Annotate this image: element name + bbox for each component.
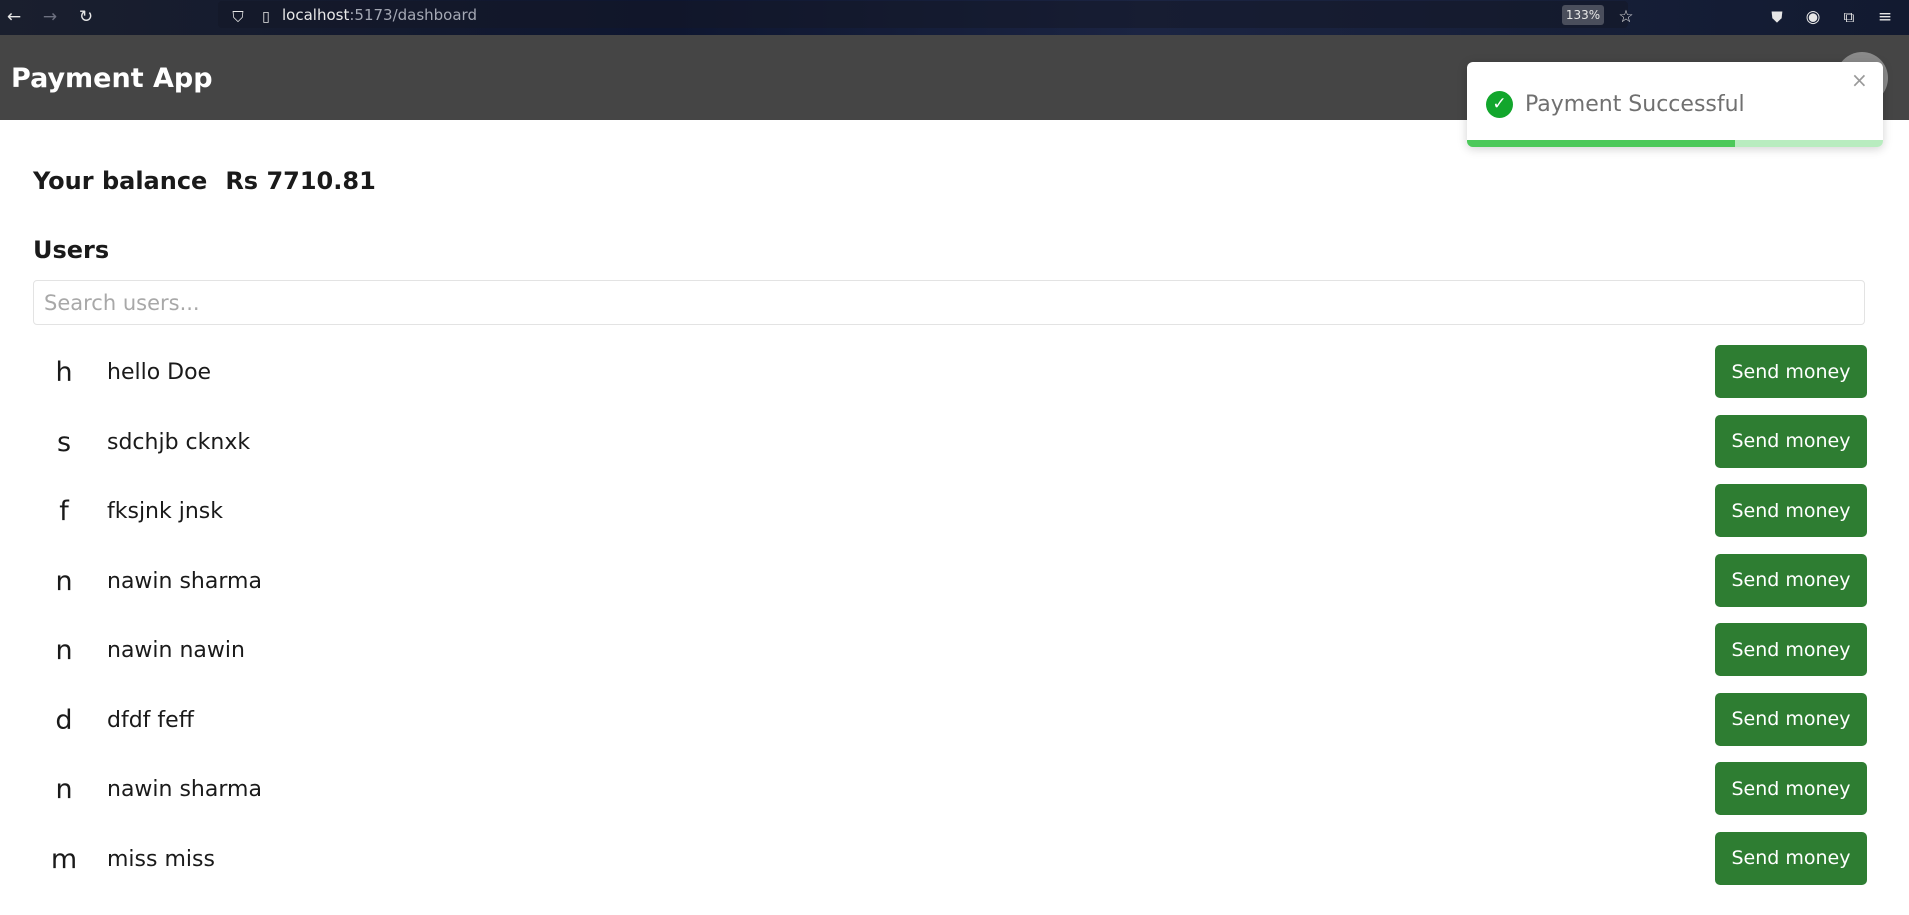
list-item: s sdchjb cknxk Send money <box>33 414 1867 485</box>
url-text[interactable]: localhost:5173/dashboard <box>282 6 477 24</box>
user-list: h hello Doe Send money s sdchjb cknxk Send mo… <box>33 345 1867 901</box>
send-money-button[interactable]: Send money <box>1715 484 1867 537</box>
user-avatar-initial: f <box>59 496 69 527</box>
user-avatar-initial: h <box>55 357 73 388</box>
list-item: n nawin sharma Send money <box>33 553 1867 624</box>
user-name: nawin sharma <box>107 568 262 594</box>
toast-message: Payment Successful <box>1525 92 1745 117</box>
user-avatar-initial: m <box>50 843 78 875</box>
send-money-button[interactable]: Send money <box>1715 414 1867 468</box>
back-arrow-icon[interactable]: ← <box>2 5 26 29</box>
user-name: hello Doe <box>107 360 212 385</box>
balance-line: Your balance Rs 7710.81 <box>33 167 376 195</box>
extensions-icon[interactable]: ⧉ <box>1837 5 1861 29</box>
user-name: sdchjb cknxk <box>107 429 251 455</box>
toast-progress-fill <box>1467 140 1736 147</box>
send-money-button[interactable]: Send money <box>1715 692 1867 746</box>
user-name: fksjnk jnsk <box>107 499 223 524</box>
send-money-button[interactable]: Send money <box>1715 345 1867 398</box>
toast-progress-bar <box>1467 140 1883 147</box>
reload-icon[interactable]: ↻ <box>74 5 98 29</box>
zoom-level-badge[interactable]: 133% <box>1562 5 1604 25</box>
list-item: m miss miss Send money <box>33 831 1867 902</box>
balance-amount: Rs 7710.81 <box>225 167 376 195</box>
close-icon[interactable]: × <box>1851 70 1868 90</box>
shield-icon[interactable]: ⛉ <box>226 5 250 29</box>
user-avatar-initial: n <box>55 774 73 805</box>
pocket-icon[interactable]: ⛊ <box>1765 5 1789 29</box>
user-name: dfdf feff <box>107 707 194 733</box>
toast-notification: ✓ Payment Successful × <box>1467 62 1883 147</box>
list-item: h hello Doe Send money <box>33 345 1867 415</box>
balance-label: Your balance <box>33 167 208 195</box>
account-icon[interactable]: ◉ <box>1801 5 1825 29</box>
user-name: nawin sharma <box>107 777 262 802</box>
user-avatar-initial: n <box>55 635 73 666</box>
list-item: n nawin sharma Send money <box>33 762 1867 832</box>
list-item: n nawin nawin Send money <box>33 623 1867 693</box>
forward-arrow-icon[interactable]: → <box>38 5 62 29</box>
checkmark-icon: ✓ <box>1486 91 1513 118</box>
menu-icon[interactable]: ≡ <box>1873 5 1897 29</box>
send-money-button[interactable]: Send money <box>1715 762 1867 815</box>
browser-toolbar: ← → ↻ ⛉ ▯ localhost:5173/dashboard 133% … <box>0 0 1909 35</box>
user-avatar-initial: s <box>56 426 72 458</box>
user-name: miss miss <box>107 846 215 872</box>
user-name: nawin nawin <box>107 638 245 663</box>
send-money-button[interactable]: Send money <box>1715 623 1867 676</box>
bookmark-star-icon[interactable]: ☆ <box>1614 5 1638 29</box>
app-title: Payment App <box>11 63 213 94</box>
user-avatar-initial: d <box>55 704 73 736</box>
users-heading: Users <box>33 236 110 264</box>
send-money-button[interactable]: Send money <box>1715 553 1867 607</box>
search-input[interactable] <box>33 280 1865 325</box>
list-item: d dfdf feff Send money <box>33 692 1867 763</box>
user-avatar-initial: n <box>55 565 73 597</box>
list-item: f fksjnk jnsk Send money <box>33 484 1867 554</box>
page-icon: ▯ <box>262 9 270 25</box>
send-money-button[interactable]: Send money <box>1715 831 1867 885</box>
